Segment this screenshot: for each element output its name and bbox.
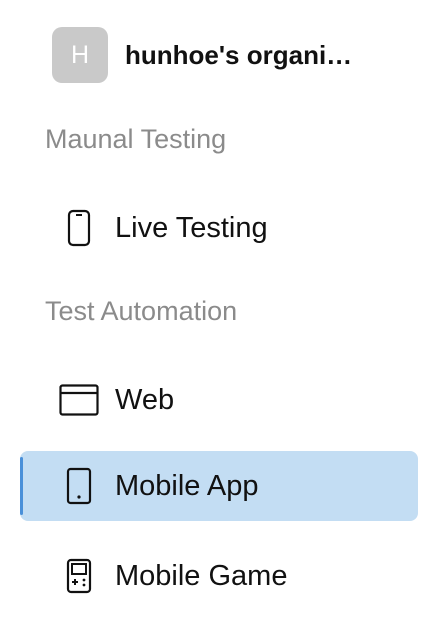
mobile-device-icon (58, 465, 100, 507)
nav-item-mobile-game[interactable]: Mobile Game (20, 541, 418, 611)
nav-item-label: Web (115, 383, 175, 416)
game-device-icon (58, 555, 100, 597)
nav-item-live-testing[interactable]: Live Testing (20, 193, 418, 263)
nav-item-web[interactable]: Web (20, 365, 418, 435)
mobile-phone-icon (58, 207, 100, 249)
organization-switcher[interactable]: H hunhoe's organi… (52, 27, 387, 83)
nav-item-label: Mobile Game (115, 559, 288, 592)
organization-name: hunhoe's organi… (125, 39, 353, 70)
nav-item-label: Live Testing (115, 211, 268, 244)
section-title-manual-testing: Maunal Testing (45, 124, 227, 154)
browser-window-icon (58, 379, 100, 421)
nav-item-mobile-app[interactable]: Mobile App (20, 451, 418, 521)
nav-item-label: Mobile App (115, 469, 259, 502)
section-title-test-automation: Test Automation (45, 296, 238, 326)
organization-avatar: H (52, 27, 108, 83)
avatar-letter: H (70, 40, 90, 69)
